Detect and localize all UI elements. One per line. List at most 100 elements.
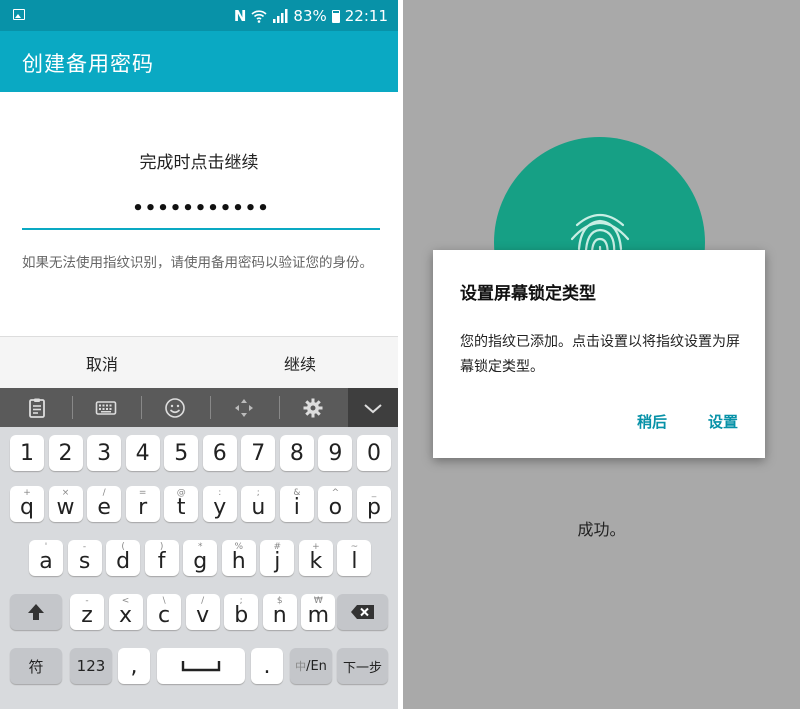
key-s[interactable]: -s (67, 540, 102, 576)
key-6[interactable]: 6 (202, 435, 237, 471)
key-t[interactable]: @ t (164, 486, 199, 522)
key-j[interactable]: # j (260, 540, 295, 576)
keyboard-icon[interactable] (72, 388, 140, 427)
key-c[interactable]: \ c (147, 594, 182, 630)
hint-text: 如果无法使用指纹识别，请使用备用密码以验证您的身份。 (22, 255, 373, 271)
key-hint-symbol: ₩ (313, 596, 323, 606)
emoji-icon[interactable] (141, 388, 209, 427)
numbers-key[interactable]: 123 (70, 648, 112, 684)
key-hint-symbol: $ (276, 596, 283, 606)
key-8[interactable]: 8 (279, 435, 314, 471)
key-2[interactable]: 2 (48, 435, 83, 471)
key-y[interactable]: :y (202, 486, 237, 522)
key-label: g (193, 548, 208, 574)
key-label: q (20, 494, 34, 520)
key-label: h (231, 548, 246, 574)
key-label: t (176, 494, 186, 520)
comma-key[interactable]: , (118, 648, 150, 684)
keyboard-toolbar (0, 388, 398, 427)
key-l[interactable]: ~ l (337, 540, 372, 576)
key-r[interactable]: = r (125, 486, 160, 522)
key-hint-symbol: + (312, 542, 320, 552)
key-label: f (157, 548, 166, 574)
settings-icon[interactable] (279, 388, 347, 427)
key-hint-symbol: ) (159, 542, 164, 552)
key-q[interactable]: + q (10, 486, 44, 522)
key-hint-symbol: * (197, 542, 203, 552)
symbols-key[interactable]: 符 (10, 648, 62, 684)
key-3[interactable]: 3 (87, 435, 122, 471)
key-label: r (138, 494, 148, 520)
key-label: z (81, 602, 93, 628)
setup-button[interactable]: 设置 (708, 411, 738, 432)
later-button[interactable]: 稍后 (637, 411, 667, 432)
key-hint-symbol: < (121, 596, 130, 606)
key-hint-symbol: ; (239, 596, 243, 606)
language-switch-key[interactable]: 中/En (290, 648, 332, 684)
backspace-icon (350, 605, 374, 619)
prompt-text: 完成时点击继续 (139, 153, 259, 173)
key-label: v (196, 602, 210, 628)
backup-password-input[interactable]: ••••••••••• (22, 192, 380, 230)
key-7[interactable]: 7 (241, 435, 276, 471)
dialog-title: 设置屏幕锁定类型 (460, 284, 596, 304)
cancel-button[interactable]: 取消 (22, 351, 182, 375)
key-x[interactable]: < x (108, 594, 143, 630)
key-k[interactable]: + k (298, 540, 333, 576)
keyboard: 1 2 3 4 5 6 7 8 9 0 + q × w / e = r @ t: y; u & i ^ o _ p ' a - s(d) f * g… (0, 427, 398, 709)
key-9[interactable]: 9 (318, 435, 353, 471)
password-value: ••••••••••• (132, 198, 270, 219)
signal-icon (273, 9, 288, 23)
lang-primary: 中 (295, 660, 307, 673)
key-p[interactable]: _ p (356, 486, 391, 522)
key-h[interactable]: % h (221, 540, 256, 576)
key-e[interactable]: / e (87, 486, 122, 522)
move-cursor-icon[interactable] (210, 388, 278, 427)
image-notification-icon (13, 9, 25, 20)
backspace-key[interactable] (337, 594, 388, 630)
key-label: o (328, 494, 343, 520)
key-i[interactable]: & i (279, 486, 314, 522)
collapse-keyboard-icon[interactable] (348, 388, 398, 427)
key-f[interactable]: ) f (144, 540, 179, 576)
key-1[interactable]: 1 (10, 435, 44, 471)
status-bar: N 83% 22:11 (0, 0, 398, 31)
key-hint-symbol: × (61, 488, 70, 498)
key-w[interactable]: × w (48, 486, 83, 522)
key-g[interactable]: * g (183, 540, 218, 576)
fingerprint-success-screen: 设置屏幕锁定类型 您的指纹已添加。点击设置以将指纹设置为屏幕锁定类型。 稍后 设… (403, 0, 800, 709)
dialog-message: 您的指纹已添加。点击设置以将指纹设置为屏幕锁定类型。 (460, 334, 740, 375)
period-key[interactable]: . (251, 648, 283, 684)
key-5[interactable]: 5 (164, 435, 199, 471)
key-hint-symbol: % (234, 542, 244, 552)
continue-button[interactable]: 继续 (220, 351, 380, 375)
key-4[interactable]: 4 (125, 435, 160, 471)
battery-percent: 83% (293, 7, 327, 25)
key-hint-symbol: ' (44, 542, 48, 552)
key-u[interactable]: ; u (241, 486, 276, 522)
key-o[interactable]: ^ o (318, 486, 353, 522)
clipboard-icon[interactable] (3, 388, 71, 427)
key-m[interactable]: ₩ m (301, 594, 336, 630)
key-label: p (366, 494, 381, 520)
key-label: l (351, 548, 358, 574)
key-0[interactable]: 0 (356, 435, 391, 471)
shift-key[interactable] (10, 594, 62, 630)
space-key[interactable] (157, 648, 245, 684)
key-hint-symbol: ~ (350, 542, 359, 552)
key-hint-symbol: - (85, 596, 89, 606)
action-bar: 创建备用密码 (0, 31, 398, 92)
next-key[interactable]: 下一步 (337, 648, 388, 684)
key-d[interactable]: (d (106, 540, 141, 576)
key-hint-symbol: / (102, 488, 106, 498)
lock-type-dialog: 设置屏幕锁定类型 您的指纹已添加。点击设置以将指纹设置为屏幕锁定类型。 稍后 设… (433, 250, 765, 458)
key-b[interactable]: ; b (224, 594, 259, 630)
key-v[interactable]: / v (185, 594, 220, 630)
key-hint-symbol: @ (176, 488, 186, 498)
key-hint-symbol: \ (162, 596, 166, 606)
key-a[interactable]: ' a (29, 540, 63, 576)
key-z[interactable]: -z (70, 594, 104, 630)
key-hint-symbol: & (293, 488, 301, 498)
key-n[interactable]: $ n (262, 594, 297, 630)
key-label: i (293, 494, 300, 520)
